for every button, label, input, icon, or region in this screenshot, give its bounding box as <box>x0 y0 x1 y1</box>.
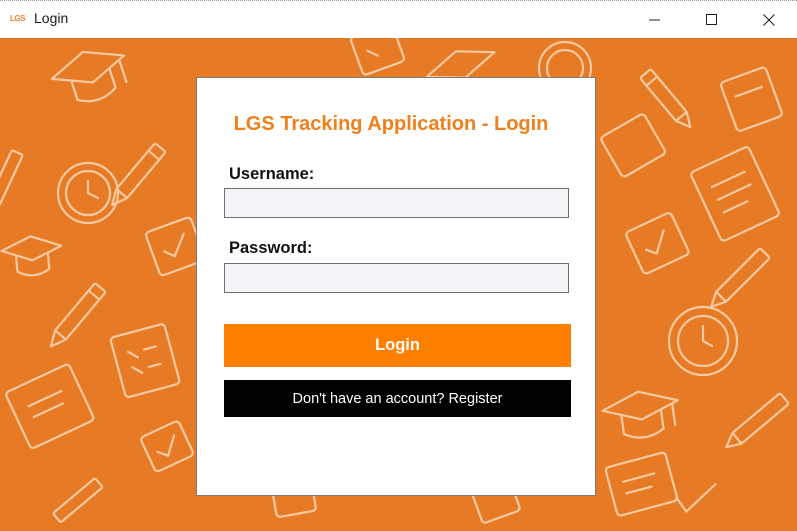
checklist-icon <box>675 483 717 513</box>
maximize-icon <box>706 14 717 25</box>
document-icon <box>720 66 783 132</box>
register-button[interactable]: Don't have an account? Register <box>224 380 571 417</box>
login-card: LGS Tracking Application - Login Usernam… <box>196 77 596 496</box>
login-title: LGS Tracking Application - Login <box>233 113 549 135</box>
checklist-icon <box>625 212 690 275</box>
password-label: Password: <box>229 239 313 257</box>
close-button[interactable] <box>740 1 797 38</box>
maximize-button[interactable] <box>683 1 741 38</box>
document-icon <box>600 113 666 178</box>
window-title: Login <box>34 10 69 26</box>
app-logo-icon: LGS <box>10 14 25 23</box>
username-input[interactable] <box>224 188 569 218</box>
graduation-cap-icon <box>50 50 128 103</box>
document-icon <box>604 451 679 517</box>
close-icon <box>763 14 775 26</box>
minimize-button[interactable] <box>626 1 684 38</box>
clock-icon <box>56 161 120 225</box>
pencil-icon <box>52 477 103 523</box>
pencil-icon <box>111 142 167 207</box>
document-icon <box>690 146 780 242</box>
checklist-icon <box>350 38 406 76</box>
graduation-cap-icon <box>0 235 63 277</box>
pencil-icon <box>710 247 771 308</box>
title-bar: LGS Login <box>0 0 797 38</box>
checklist-icon <box>140 420 194 473</box>
document-icon <box>5 363 95 449</box>
clock-icon <box>667 305 739 377</box>
graduation-cap-icon <box>601 390 679 439</box>
checklist-icon <box>109 323 181 399</box>
login-button[interactable]: Login <box>224 324 571 367</box>
pencil-icon <box>49 282 107 348</box>
username-label: Username: <box>229 165 315 183</box>
pencil-icon <box>725 392 790 449</box>
pencil-icon <box>0 149 24 216</box>
minimize-icon <box>649 19 660 21</box>
password-input[interactable] <box>224 263 569 293</box>
